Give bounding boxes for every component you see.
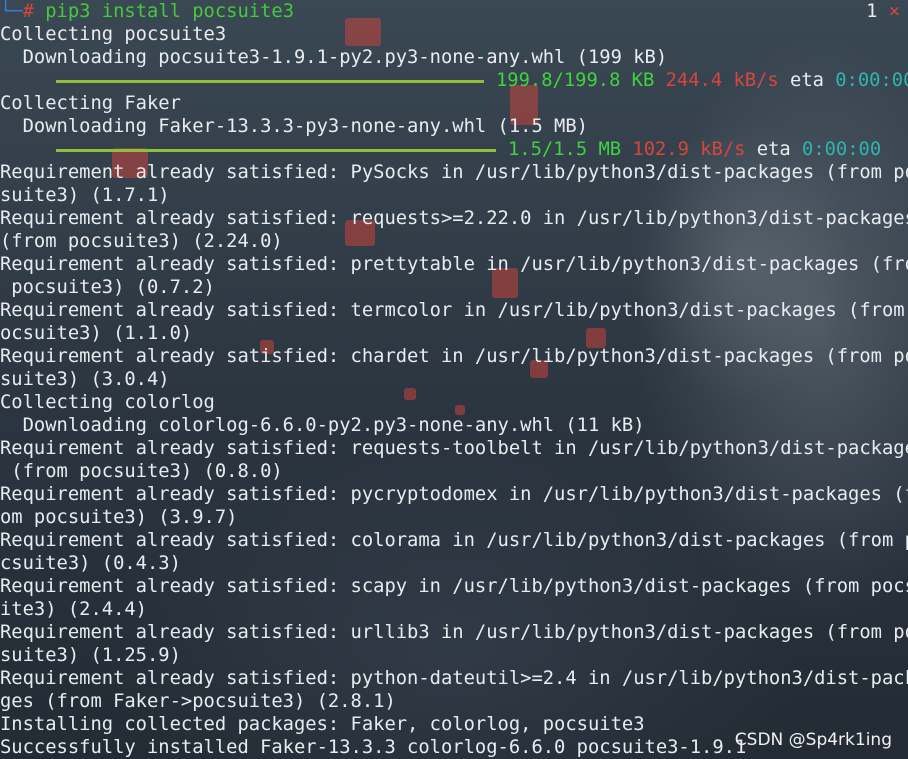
progress-info: 199.8/199.8 KB 244.4 kB/s eta 0:00:00 [496,69,908,92]
output-line: Downloading pocsuite3-1.9.1-py2.py3-none… [0,47,668,68]
output-line: suite3) (3.0.4) [0,369,170,390]
terminal-output: └─# pip3 install pocsuite3 1 × Collecting… [0,0,908,759]
output-line: (from pocsuite3) (0.8.0) [0,461,283,482]
output-line: pocsuite3) (0.7.2) [0,277,215,298]
output-line: ges (from Faker->pocsuite3) (2.8.1) [0,691,396,712]
eta-label: eta [790,70,824,91]
exit-status-count: 1 [866,1,878,22]
progress-eta: 0:00:00 [802,139,882,160]
output-line: ite3) (2.4.4) [0,599,147,620]
output-line: csuite3) (0.4.3) [0,553,181,574]
output-line: ocsuite3) (1.1.0) [0,323,193,344]
output-line: Downloading Faker-13.3.3-py3-none-any.wh… [0,116,588,137]
progress-size: 199.8/199.8 KB [496,70,655,91]
progress-bar [56,149,496,152]
progress-eta: 0:00:00 [835,70,908,91]
output-line: Requirement already satisfied: termcolor… [0,300,908,321]
output-line: Requirement already satisfied: requests>… [0,208,908,229]
output-line: Collecting colorlog [0,392,215,413]
output-line: Requirement already satisfied: pycryptod… [0,484,908,505]
command-text: pip3 install pocsuite3 [45,1,295,22]
output-line: Requirement already satisfied: prettytab… [0,254,908,275]
output-line: Downloading colorlog-6.6.0-py2.py3-none-… [0,415,645,436]
output-line: Requirement already satisfied: chardet i… [0,346,908,367]
output-line: Requirement already satisfied: colorama … [0,530,908,551]
output-line: om pocsuite3) (3.9.7) [0,507,238,528]
output-line: Requirement already satisfied: PySocks i… [0,162,908,183]
progress-line: 1.5/1.5 MB 102.9 kB/s eta 0:00:00 [0,138,908,161]
output-line: Requirement already satisfied: requests-… [0,438,908,459]
command-prompt: └─# pip3 install pocsuite3 1 × [0,0,908,23]
progress-speed: 244.4 kB/s [665,70,779,91]
output-line: Requirement already satisfied: urllib3 i… [0,622,908,643]
close-icon[interactable]: × [889,1,900,22]
output-line: Requirement already satisfied: python-da… [0,668,908,689]
output-line: suite3) (1.7.1) [0,185,170,206]
output-line: Collecting pocsuite3 [0,24,227,45]
progress-bar [56,80,484,83]
progress-size: 1.5/1.5 MB [508,139,622,160]
output-line: suite3) (1.25.9) [0,645,181,666]
eta-label: eta [756,139,791,160]
prompt-hash: # [22,1,46,22]
watermark: CSDN @Sp4rk1ing [734,730,892,750]
progress-speed: 102.9 kB/s [632,139,746,160]
output-line: (from pocsuite3) (2.24.0) [0,231,283,252]
progress-info: 1.5/1.5 MB 102.9 kB/s eta 0:00:00 [508,138,881,161]
output-line: Requirement already satisfied: scapy in … [0,576,908,597]
prompt-corner: └─ [0,1,23,22]
output-line: Collecting Faker [0,93,181,114]
progress-line: 199.8/199.8 KB 244.4 kB/s eta 0:00:00 [0,69,908,92]
